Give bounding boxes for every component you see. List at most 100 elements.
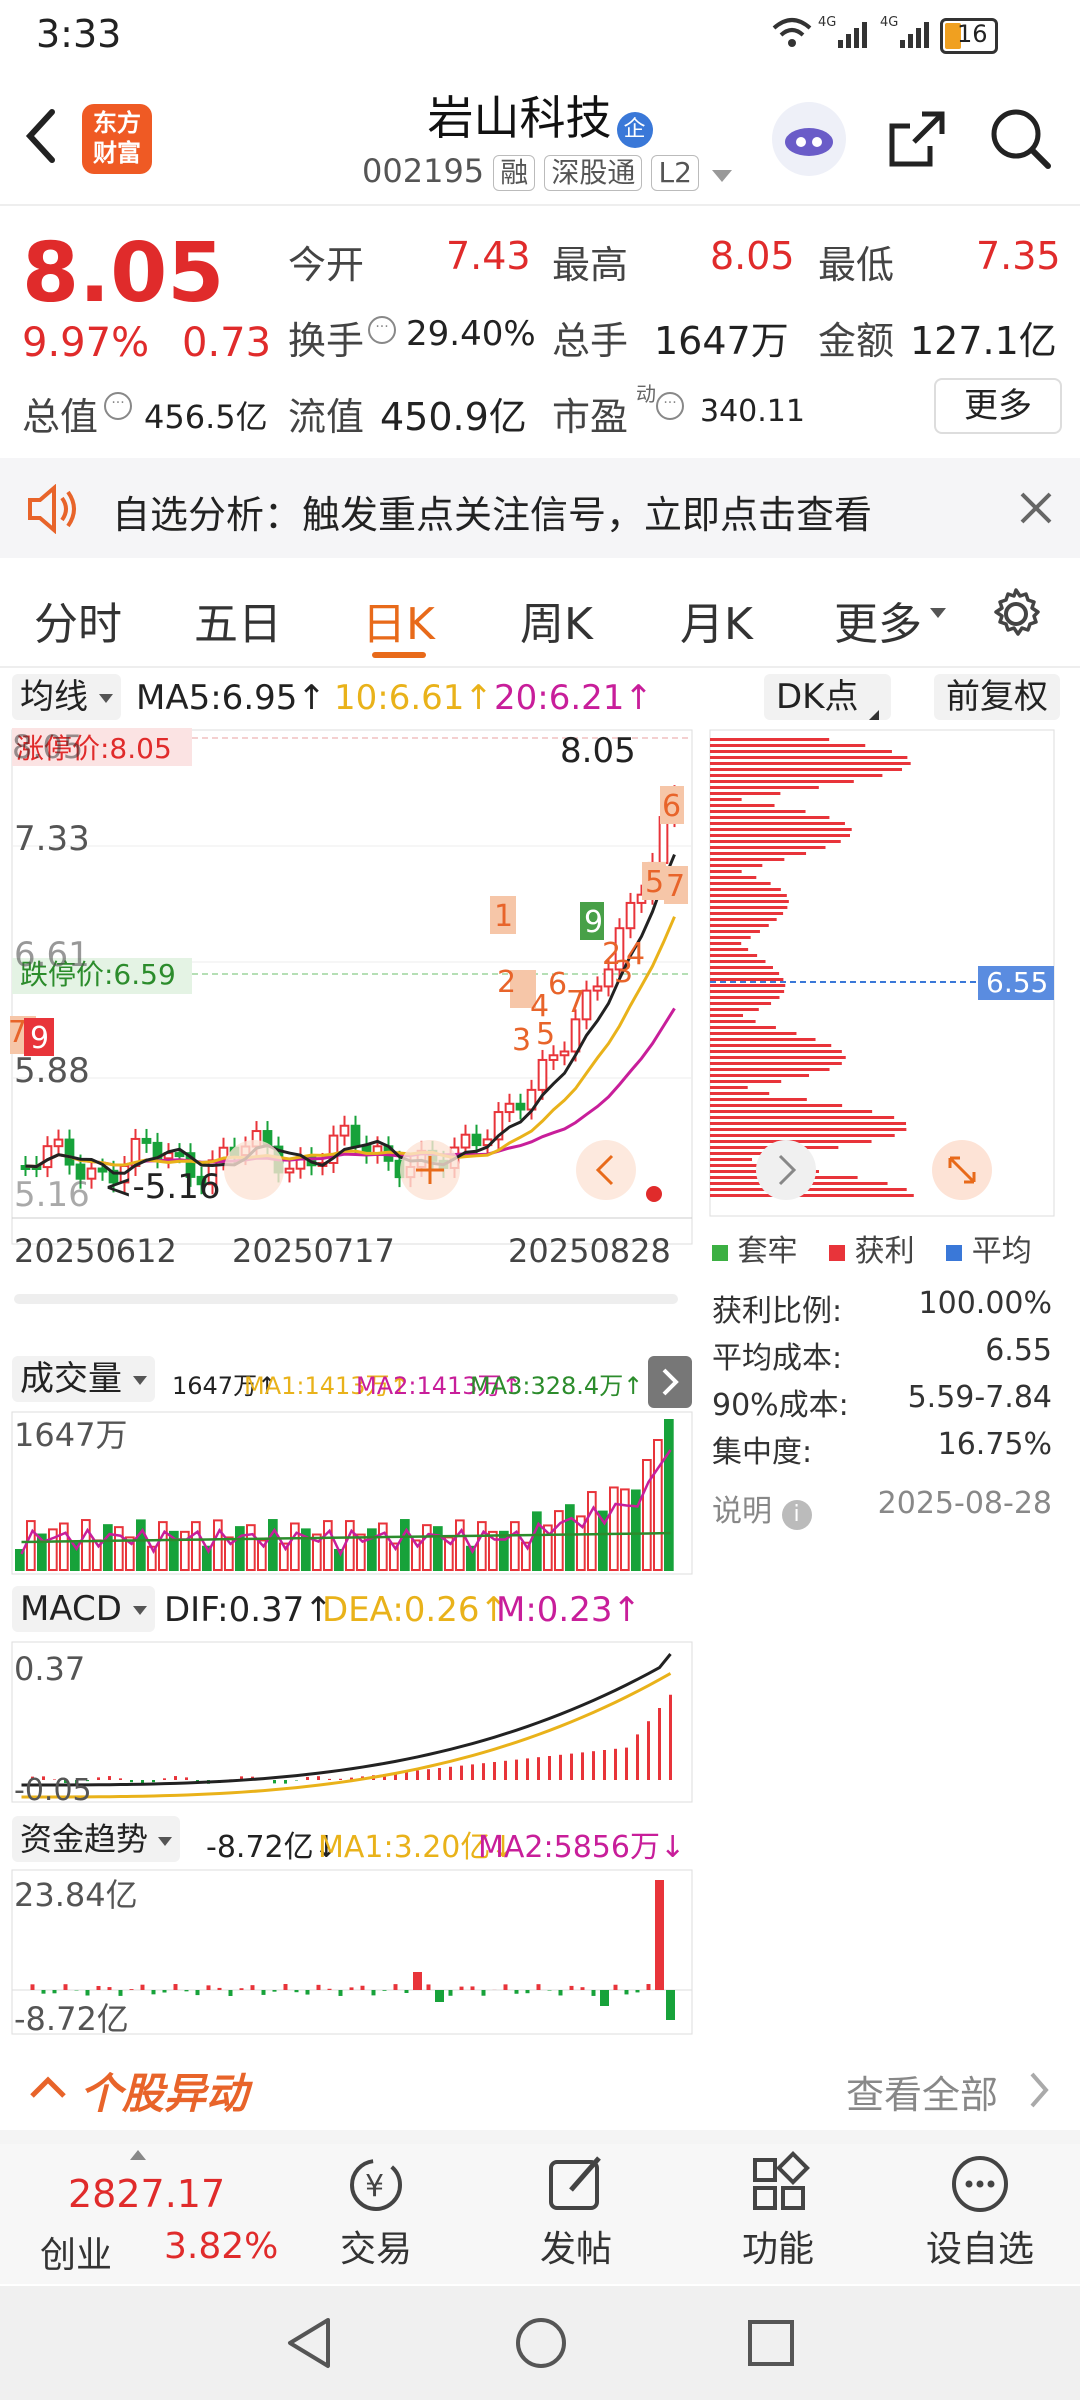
chip-note-row[interactable]: 说明 i 2025-08-28: [712, 1486, 1052, 1533]
nav-add-watchlist[interactable]: 设自选: [920, 2150, 1040, 2272]
volume-bar: [367, 1528, 377, 1571]
volume-ma3: MA3:328.4万↑: [470, 1372, 644, 1400]
signal-icon-2: 4G: [880, 14, 940, 54]
chip-bar: [710, 1116, 895, 1119]
more-button[interactable]: 更多: [934, 378, 1062, 434]
pe-label: 市盈: [552, 395, 629, 439]
chip-distribution[interactable]: 6.55: [706, 726, 1080, 1226]
candle-body: [504, 1102, 515, 1114]
legend-avg: 平均: [971, 1234, 1032, 1269]
info-dots-icon-2[interactable]: ···: [104, 392, 132, 420]
info-dots-icon[interactable]: ···: [368, 316, 396, 344]
candle-body: [141, 1137, 152, 1144]
volume-bar: [532, 1511, 542, 1572]
chip-bar: [710, 972, 780, 975]
svg-text:1: 1: [494, 899, 513, 934]
chip-bar: [710, 1056, 846, 1059]
svg-text:¥: ¥: [365, 2169, 384, 2204]
nav-trade[interactable]: ¥ 交易: [316, 2150, 436, 2272]
index-value[interactable]: 2827.17: [68, 2172, 225, 2216]
nav-post[interactable]: 发帖: [516, 2150, 636, 2272]
kline-chart[interactable]: 1 2 9 6 5 7 67 453 2 43 7 9 涨停价:8.05 跌停价:…: [0, 726, 700, 1306]
alert-text: 自选分析：触发重点关注信号，立即点击查看: [112, 493, 873, 537]
macd-selector[interactable]: MACD: [12, 1586, 155, 1632]
chip-bar: [710, 930, 760, 933]
chip-bar: [710, 882, 771, 885]
info-dots-icon-3[interactable]: ···: [656, 392, 684, 420]
tab-more[interactable]: 更多: [834, 588, 922, 652]
fund-selector[interactable]: 资金趋势: [12, 1816, 181, 1862]
nav-functions[interactable]: 功能: [718, 2150, 838, 2272]
macd-chart[interactable]: 0.37 -0.05: [0, 1640, 700, 1804]
svg-text:9: 9: [584, 905, 603, 940]
volume-bar: [620, 1488, 630, 1571]
ma-selector[interactable]: 均线: [12, 674, 121, 720]
chip-bar: [710, 1134, 895, 1137]
back-arrow-icon[interactable]: [22, 106, 62, 170]
chevron-right-icon: [1028, 2070, 1052, 2114]
chip-bar: [710, 1158, 753, 1161]
chip-bar: [710, 870, 742, 873]
tab-five-day[interactable]: 五日: [194, 588, 282, 652]
tab-daily-k[interactable]: 日K: [362, 588, 435, 652]
volume-selector[interactable]: 成交量: [12, 1356, 155, 1402]
prev-button[interactable]: [576, 1140, 636, 1200]
fund-chart[interactable]: 23.84亿 -8.72亿: [0, 1868, 700, 2036]
signal-icon: 4G: [818, 14, 878, 54]
candle-body: [64, 1138, 75, 1166]
svg-text:5: 5: [536, 1017, 555, 1052]
nav-trade-label: 交易: [339, 2229, 412, 2270]
settings-gear-icon[interactable]: [988, 586, 1044, 646]
chip-date: 2025-08-28: [877, 1486, 1052, 1521]
view-all-link[interactable]: 查看全部: [846, 2064, 998, 2119]
low-price-marker: <-5.16: [104, 1167, 220, 1207]
enterprise-badge: 企: [616, 111, 653, 148]
volume-bar: [158, 1521, 168, 1572]
alert-banner[interactable]: 自选分析：触发重点关注信号，立即点击查看: [0, 458, 1080, 558]
chip-bar: [710, 774, 883, 777]
stock-name: 岩山科技: [427, 91, 612, 145]
high-label: 最高: [552, 243, 629, 287]
expand-right-button[interactable]: [648, 1356, 692, 1408]
chip-bar: [710, 1044, 832, 1047]
movement-row[interactable]: 个股异动 查看全部: [0, 2046, 1080, 2144]
chip-bar: [710, 792, 781, 795]
back-triangle-icon[interactable]: [284, 2316, 334, 2374]
tab-intraday[interactable]: 分时: [34, 588, 122, 652]
ma-row: 均线 MA5:6.95↑ 10:6.61↑ 20:6.21↑ DK点 前复权: [0, 670, 1080, 726]
logo-text-1: 东方: [93, 109, 141, 137]
close-icon[interactable]: [1018, 490, 1054, 530]
chip-bar: [710, 924, 769, 927]
chip-next-button[interactable]: [756, 1140, 816, 1200]
home-circle-icon[interactable]: [514, 2316, 568, 2374]
recents-square-icon[interactable]: [746, 2318, 796, 2372]
svg-text:4G: 4G: [880, 15, 898, 30]
range-scrollbar[interactable]: [14, 1294, 678, 1304]
chip-note-label: 说明: [712, 1494, 772, 1529]
stock-title: 岩山科技 企: [360, 82, 720, 148]
zoom-left-button[interactable]: [224, 1140, 284, 1200]
chip-bar: [710, 960, 766, 963]
volume-chart[interactable]: 1647万: [0, 1410, 700, 1576]
adjust-button[interactable]: 前复权: [934, 674, 1060, 720]
chip-bar: [710, 1074, 810, 1077]
caret-down-icon: [98, 694, 113, 703]
low-label: 最低: [818, 243, 895, 287]
assistant-avatar[interactable]: [772, 102, 846, 176]
candle-body: [460, 1133, 471, 1149]
info-icon: i: [781, 1500, 812, 1530]
tab-monthly-k[interactable]: 月K: [680, 588, 753, 652]
chip-stats: 获利比例: 100.00% 平均成本: 6.55 90%成本: 5.59-7.84 集…: [712, 1286, 1052, 1533]
chip-bar: [710, 858, 785, 861]
share-icon[interactable]: [884, 106, 950, 176]
stock-code-row[interactable]: 002195 融 深股通 L2: [362, 152, 742, 191]
dk-point-button[interactable]: DK点: [764, 674, 892, 720]
tab-weekly-k[interactable]: 周K: [520, 588, 593, 652]
chip-bar: [710, 1062, 842, 1065]
chip-bar: [710, 894, 787, 897]
chip-row: 集中度: 16.75%: [712, 1427, 1052, 1474]
search-icon[interactable]: [988, 106, 1054, 176]
svg-text:7: 7: [666, 869, 685, 904]
chip-bar: [710, 876, 757, 879]
turnover-label: 换手: [288, 319, 365, 363]
